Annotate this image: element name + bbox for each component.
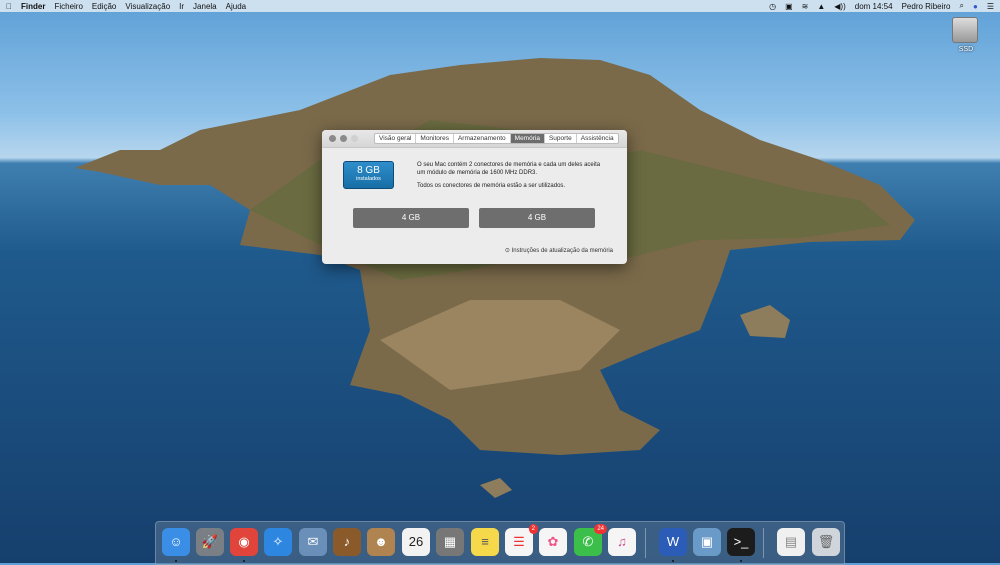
finder-icon: ☺ xyxy=(169,534,183,549)
info-arrow-icon: ⊙ xyxy=(504,248,512,254)
dock-calculator[interactable]: ▦ xyxy=(436,528,464,556)
dock-notes[interactable]: ≡ xyxy=(471,528,499,556)
notes-icon: ≡ xyxy=(481,534,489,549)
dock-safari[interactable]: ✧ xyxy=(264,528,292,556)
dock-separator xyxy=(645,528,646,558)
running-indicator xyxy=(672,560,674,562)
facetime-icon: ✆ xyxy=(582,534,594,549)
itunes-icon: ♫ xyxy=(617,534,627,549)
dock-photos[interactable]: ✿ xyxy=(539,528,567,556)
dock-facetime[interactable]: ✆ 24 xyxy=(574,524,607,556)
running-indicator xyxy=(175,560,177,562)
apple-menu-icon[interactable]:  xyxy=(6,2,12,11)
tab-memoria[interactable]: Memória xyxy=(510,134,545,143)
tab-assistencia[interactable]: Assistência xyxy=(577,134,618,143)
dock-separator xyxy=(763,528,764,558)
wifi-icon[interactable]: ≋ xyxy=(802,2,809,11)
contacts-icon: ☻ xyxy=(374,534,388,549)
upgrade-link-label: Instruções de atualização da memória xyxy=(511,248,613,254)
hard-drive-icon xyxy=(952,17,978,43)
slots-usage: Todos os conectores de memória estão a s… xyxy=(417,183,566,189)
memory-slot-1: 4 GB xyxy=(353,208,469,228)
preview-icon: ▣ xyxy=(700,534,714,549)
menu-visualizacao[interactable]: Visualização xyxy=(125,2,170,11)
photos-icon: ✿ xyxy=(547,534,559,549)
menu-ajuda[interactable]: Ajuda xyxy=(226,2,246,11)
launchpad-icon: 🚀 xyxy=(201,534,219,549)
word-icon: W xyxy=(666,534,680,549)
trash-icon: 🗑 xyxy=(817,534,835,549)
chrome-icon: ◉ xyxy=(238,534,250,549)
dock-preview[interactable]: ▣ xyxy=(693,528,721,556)
ssd-label: SSD xyxy=(958,46,974,53)
menu-edicao[interactable]: Edição xyxy=(92,2,116,11)
tab-monitores[interactable]: Monitores xyxy=(416,134,454,143)
notification-badge: 2 xyxy=(528,524,538,534)
memory-description: O seu Mac contém 2 conectores de memória… xyxy=(417,161,607,190)
dock-mail-preview[interactable]: ✉ xyxy=(299,528,327,556)
terminal-icon: >_ xyxy=(733,534,749,549)
dock-contacts[interactable]: ☻ xyxy=(367,528,395,556)
memory-total: 8 GB xyxy=(357,165,380,176)
memory-upgrade-link[interactable]: ⊙ Instruções de atualização da memória xyxy=(505,247,613,254)
time-machine-icon[interactable]: ◷ xyxy=(769,2,776,11)
dock-calendar[interactable]: 26 xyxy=(402,528,430,556)
dock: ☺ 🚀 ◉ ✧ ✉ ♪ ☻ 26 ▦ ≡ ☰ 2 ✿ ✆ 24 ♫ W ▣ >_ ▤ 🗑 xyxy=(155,521,845,565)
clock[interactable]: dom 14:54 xyxy=(855,2,893,11)
tab-bar: Visão geral Monitores Armazenamento Memó… xyxy=(374,133,619,144)
dock-word[interactable]: W xyxy=(659,528,687,556)
user-menu[interactable]: Pedro Ribeiro xyxy=(902,2,951,11)
tab-suporte[interactable]: Suporte xyxy=(545,134,577,143)
volume-icon[interactable]: ◀)) xyxy=(834,2,845,11)
safari-icon: ✧ xyxy=(272,534,284,549)
dock-chrome[interactable]: ◉ xyxy=(230,528,258,556)
dock-launchpad[interactable]: 🚀 xyxy=(196,528,224,556)
menu-bar:  Finder Ficheiro Edição Visualização Ir… xyxy=(0,0,1000,12)
memory-slot-2: 4 GB xyxy=(479,208,595,228)
close-button[interactable] xyxy=(329,135,336,142)
about-this-mac-window: Visão geral Monitores Armazenamento Memó… xyxy=(322,130,627,264)
spotlight-icon[interactable]: ⌕ xyxy=(960,1,964,11)
dock-finder[interactable]: ☺ xyxy=(162,528,190,556)
dock-downloads[interactable]: ▤ xyxy=(777,528,805,556)
tab-visao-geral[interactable]: Visão geral xyxy=(375,134,417,143)
menu-ir[interactable]: Ir xyxy=(179,2,184,11)
garageband-icon: ♪ xyxy=(343,534,351,549)
memory-total-badge: 8 GB instalados xyxy=(343,161,394,189)
reminders-icon: ☰ xyxy=(513,534,525,549)
siri-icon[interactable]: ● xyxy=(973,2,978,11)
menu-ficheiro[interactable]: Ficheiro xyxy=(54,2,82,11)
minimize-button[interactable] xyxy=(340,135,347,142)
running-indicator xyxy=(243,560,245,562)
dock-itunes[interactable]: ♫ xyxy=(608,528,636,556)
downloads-icon: ▤ xyxy=(784,534,798,549)
dock-garageband[interactable]: ♪ xyxy=(333,528,361,556)
calendar-icon: 26 xyxy=(408,534,424,549)
menu-app-finder[interactable]: Finder xyxy=(21,2,45,11)
desktop-ssd-drive[interactable]: SSD xyxy=(952,17,980,53)
zoom-button xyxy=(351,135,358,142)
memory-installed-label: instalados xyxy=(356,176,381,182)
calculator-icon: ▦ xyxy=(443,534,457,549)
display-icon[interactable]: ▣ xyxy=(785,2,793,11)
desktop-wallpaper xyxy=(75,58,915,498)
mail-preview-icon: ✉ xyxy=(307,534,319,549)
notification-badge: 24 xyxy=(594,524,607,534)
eject-icon[interactable]: ▲ xyxy=(817,2,825,11)
tab-armazenamento[interactable]: Armazenamento xyxy=(454,134,511,143)
notification-center-icon[interactable]: ☰ xyxy=(987,2,994,11)
menu-janela[interactable]: Janela xyxy=(193,2,217,11)
title-bar: Visão geral Monitores Armazenamento Memó… xyxy=(322,130,627,148)
dock-reminders[interactable]: ☰ 2 xyxy=(505,524,538,556)
running-indicator xyxy=(740,560,742,562)
dock-trash[interactable]: 🗑 xyxy=(812,528,840,556)
dock-terminal[interactable]: >_ xyxy=(727,528,755,556)
slots-description: O seu Mac contém 2 conectores de memória… xyxy=(417,162,601,176)
